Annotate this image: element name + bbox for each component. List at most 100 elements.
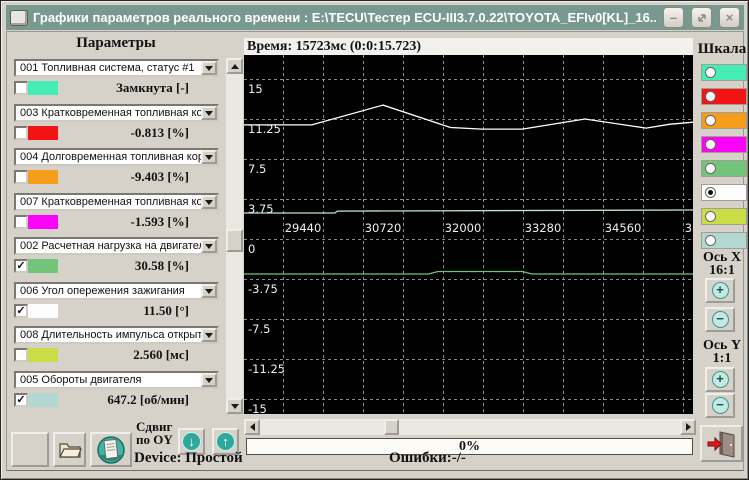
- close-button[interactable]: ×: [719, 7, 740, 28]
- plus-icon: +: [712, 282, 729, 299]
- param-color-swatch: [28, 393, 58, 407]
- parameter-row: 004 Долговременная топливная кор -9.403 …: [9, 148, 223, 188]
- param-checkbox[interactable]: [14, 348, 28, 362]
- horizontal-scrollbar[interactable]: [244, 419, 696, 435]
- dropdown-arrow-icon[interactable]: [201, 150, 217, 164]
- scale-radio-option[interactable]: [701, 208, 747, 225]
- dropdown-arrow-icon[interactable]: [201, 328, 217, 342]
- arrow-left-icon: [250, 423, 255, 431]
- param-select-value: 002 Расчетная нагрузка на двигател: [16, 239, 217, 252]
- param-select-value: 005 Обороты двигателя: [16, 373, 217, 386]
- param-select[interactable]: 003 Кратковременная топливная кор: [14, 104, 219, 122]
- dropdown-arrow-icon[interactable]: [201, 284, 217, 298]
- param-checkbox[interactable]: [14, 215, 28, 229]
- open-folder-button[interactable]: [53, 432, 86, 467]
- param-checkbox[interactable]: [14, 170, 28, 184]
- maximize-icon: [696, 12, 708, 24]
- scale-radio-option[interactable]: [701, 64, 747, 81]
- svg-text:-3.75: -3.75: [248, 282, 278, 296]
- param-select[interactable]: 006 Угол опережения зажигания: [14, 282, 219, 300]
- svg-text:32000: 32000: [445, 221, 482, 235]
- param-select[interactable]: 007 Кратковременная топливная кор: [14, 193, 219, 211]
- axis-x-label: Ось X 16:1: [694, 251, 749, 277]
- exit-button[interactable]: [700, 425, 743, 462]
- param-value: -1.593 [%]: [131, 214, 190, 230]
- zoom-y-in-button[interactable]: +: [705, 367, 735, 392]
- radio-icon: [705, 211, 716, 222]
- parameter-row: 001 Топливная система, статус #1 Замкнут…: [9, 59, 223, 99]
- vertical-scrollbar[interactable]: [226, 58, 243, 414]
- param-select[interactable]: 002 Расчетная нагрузка на двигател: [14, 237, 219, 255]
- vertical-scrollbar-thumb[interactable]: [226, 229, 243, 252]
- scale-title: Шкала: [696, 41, 748, 58]
- scroll-up-button[interactable]: [226, 58, 243, 74]
- parameters-title: Параметры: [9, 35, 223, 52]
- scroll-right-button[interactable]: [680, 419, 696, 435]
- svg-text:3.75: 3.75: [248, 202, 274, 216]
- param-select-value: 006 Угол опережения зажигания: [16, 284, 217, 297]
- scale-radio-option[interactable]: [701, 88, 747, 105]
- param-select[interactable]: 004 Долговременная топливная кор: [14, 148, 219, 166]
- maximize-button[interactable]: [691, 7, 712, 28]
- scale-radio-option[interactable]: [701, 184, 747, 201]
- device-status: Device: Простой: [134, 450, 243, 467]
- param-checkbox[interactable]: ✓: [14, 304, 28, 318]
- zoom-y-out-button[interactable]: −: [705, 393, 735, 418]
- close-icon: ×: [726, 10, 734, 25]
- zoom-x-out-button[interactable]: −: [705, 307, 735, 332]
- param-select-value: 007 Кратковременная топливная кор: [16, 195, 217, 208]
- chart-canvas: 1511.257.53.750-3.75-7.5-11.25-152944030…: [244, 55, 693, 414]
- dropdown-arrow-icon[interactable]: [201, 373, 217, 387]
- scale-radio-option[interactable]: [701, 160, 747, 177]
- svg-text:11.25: 11.25: [248, 122, 281, 136]
- blank-button[interactable]: [11, 432, 49, 467]
- param-checkbox[interactable]: [14, 126, 28, 140]
- param-color-swatch: [28, 259, 58, 273]
- param-checkbox[interactable]: [14, 81, 28, 95]
- shift-oy-label: Сдвиг по OY: [136, 420, 173, 446]
- parameter-row: 007 Кратковременная топливная кор -1.593…: [9, 193, 223, 233]
- param-color-swatch: [28, 304, 58, 318]
- param-color-swatch: [28, 170, 58, 184]
- svg-text:30720: 30720: [365, 221, 402, 235]
- param-select[interactable]: 005 Обороты двигателя: [14, 371, 219, 389]
- dropdown-arrow-icon[interactable]: [201, 239, 217, 253]
- arrow-down-icon: [231, 404, 239, 409]
- param-color-swatch: [28, 215, 58, 229]
- svg-text:-15: -15: [248, 402, 267, 414]
- parameter-row: 002 Расчетная нагрузка на двигател ✓ 30.…: [9, 237, 223, 277]
- scale-radio-option[interactable]: [701, 112, 747, 129]
- param-checkbox[interactable]: ✓: [14, 393, 28, 407]
- svg-text:0: 0: [248, 242, 255, 256]
- scale-radio-option[interactable]: [701, 136, 747, 153]
- scale-radio-option[interactable]: [701, 232, 747, 249]
- dropdown-arrow-icon[interactable]: [201, 195, 217, 209]
- radio-icon: [705, 67, 716, 78]
- param-checkbox[interactable]: ✓: [14, 259, 28, 273]
- scroll-left-button[interactable]: [244, 419, 260, 435]
- svg-text:33280: 33280: [525, 221, 562, 235]
- zoom-x-in-button[interactable]: +: [705, 278, 735, 303]
- param-select[interactable]: 001 Топливная система, статус #1: [14, 59, 219, 77]
- minimize-icon: –: [670, 10, 677, 25]
- param-value: 2.560 [мс]: [133, 347, 189, 363]
- parameter-row: 006 Угол опережения зажигания ✓ 11.50 [°…: [9, 282, 223, 322]
- dropdown-arrow-icon[interactable]: [201, 106, 217, 120]
- app-icon: [10, 10, 28, 26]
- minimize-button[interactable]: –: [663, 7, 684, 28]
- axis-y-label: Ось Y 1:1: [694, 339, 749, 365]
- window-title: Графики параметров реального времени : E…: [33, 10, 656, 25]
- param-select[interactable]: 008 Длительность импульса открыт: [14, 326, 219, 344]
- scroll-down-button[interactable]: [226, 398, 243, 414]
- horizontal-scrollbar-thumb[interactable]: [384, 419, 399, 435]
- progress-bar: 0%: [246, 438, 693, 455]
- axis-y-ratio: 1:1: [694, 352, 749, 365]
- param-select-value: 003 Кратковременная топливная кор: [16, 106, 217, 119]
- save-report-button[interactable]: [90, 432, 132, 467]
- errors-status: Ошибки:-/-: [389, 450, 466, 467]
- svg-text:-7.5: -7.5: [248, 322, 270, 336]
- dropdown-arrow-icon[interactable]: [201, 61, 217, 75]
- param-value: 11.50 [°]: [143, 303, 189, 319]
- param-value: -0.813 [%]: [131, 125, 190, 141]
- svg-text:7.5: 7.5: [248, 162, 266, 176]
